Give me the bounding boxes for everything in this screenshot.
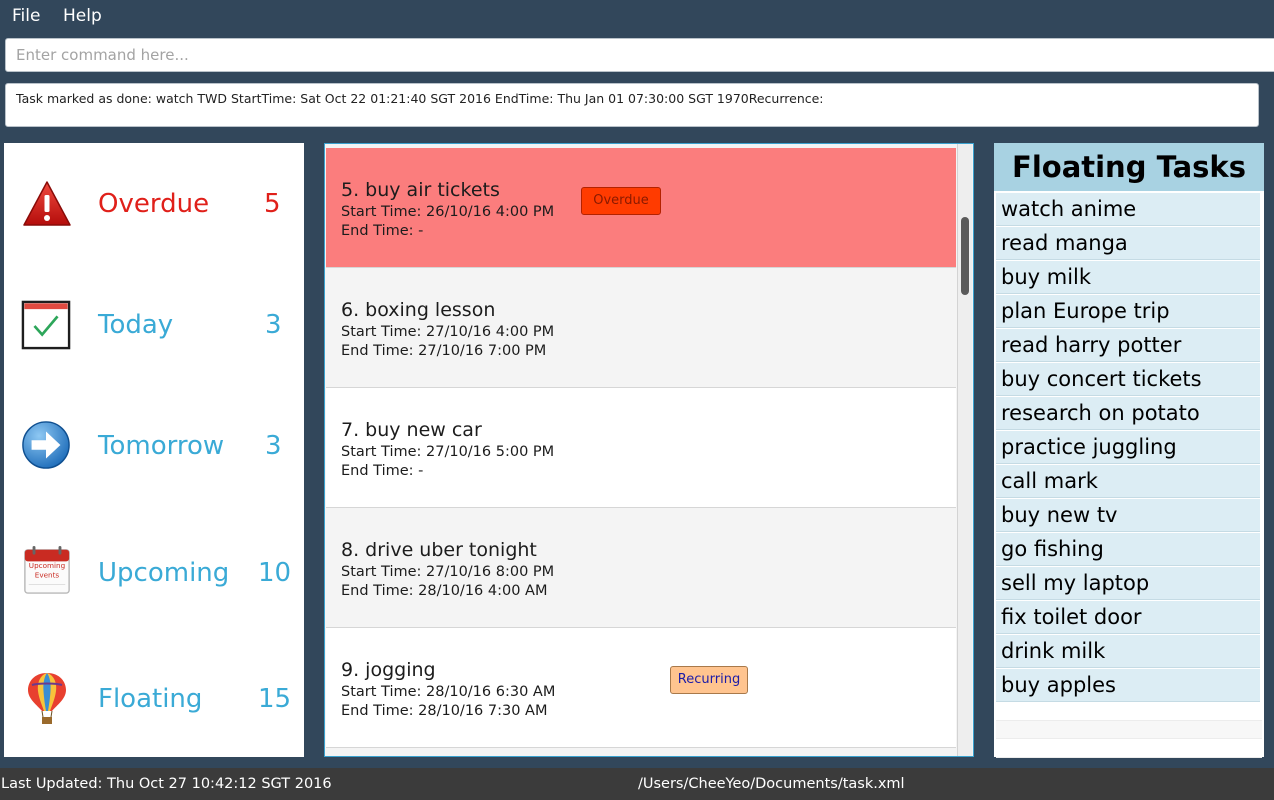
- overdue-badge: Overdue: [581, 187, 661, 215]
- result-text: Task marked as done: watch TWD StartTime…: [16, 91, 824, 106]
- task-list-scrollbar[interactable]: [957, 144, 972, 756]
- category-panel: Overdue 5 Today 3 Tomorrow 3 Upcoming Ev…: [4, 143, 304, 757]
- calendar-check-icon: [21, 300, 71, 350]
- floating-task-item[interactable]: plan Europe trip: [996, 295, 1260, 328]
- category-count-today: 3: [265, 310, 282, 340]
- arrow-right-icon: [22, 421, 70, 469]
- task-card[interactable]: 7. buy new car Start Time: 27/10/16 5:00…: [326, 388, 956, 508]
- recurring-badge: Recurring: [670, 666, 748, 694]
- category-label-tomorrow: Tomorrow: [98, 431, 225, 461]
- floating-task-item[interactable]: call mark: [996, 465, 1260, 498]
- task-title: 5. buy air tickets: [341, 179, 500, 201]
- category-count-floating: 15: [258, 684, 292, 714]
- task-card[interactable]: 5. buy air tickets Start Time: 26/10/16 …: [326, 148, 956, 268]
- task-card[interactable]: 8. drive uber tonight Start Time: 27/10/…: [326, 508, 956, 628]
- task-start-time: Start Time: 27/10/16 4:00 PM: [341, 324, 555, 340]
- floating-task-item[interactable]: watch anime: [996, 193, 1260, 226]
- category-label-floating: Floating: [98, 684, 203, 714]
- calendar-icon-text-1: Upcoming: [29, 561, 65, 570]
- floating-task-item[interactable]: research on potato: [996, 397, 1260, 430]
- upcoming-events-calendar-icon: Upcoming Events: [24, 545, 70, 594]
- category-today[interactable]: Today 3: [4, 276, 304, 376]
- last-updated-status: Last Updated: Thu Oct 27 10:42:12 SGT 20…: [1, 776, 332, 792]
- task-end-time: End Time: 28/10/16 4:00 AM: [341, 583, 548, 599]
- floating-task-item[interactable]: buy apples: [996, 669, 1260, 702]
- floating-task-item[interactable]: sell my laptop: [996, 567, 1260, 600]
- scrollbar-thumb[interactable]: [961, 217, 969, 295]
- task-card[interactable]: 9. jogging Start Time: 28/10/16 6:30 AM …: [326, 628, 956, 748]
- menu-bar: File Help: [0, 0, 1274, 34]
- task-title: 6. boxing lesson: [341, 299, 496, 321]
- floating-tasks-title: Floating Tasks: [994, 143, 1264, 191]
- floating-task-item[interactable]: go fishing: [996, 533, 1260, 566]
- task-end-time: End Time: -: [341, 223, 424, 239]
- floating-task-item[interactable]: read harry potter: [996, 329, 1260, 362]
- floating-task-item[interactable]: practice juggling: [996, 431, 1260, 464]
- category-upcoming[interactable]: Upcoming Events Upcoming 10: [4, 523, 304, 623]
- task-end-time: End Time: -: [341, 463, 424, 479]
- category-label-today: Today: [98, 310, 174, 340]
- floating-task-item[interactable]: drink milk: [996, 635, 1260, 668]
- category-count-overdue: 5: [264, 189, 281, 219]
- floating-empty-row: [996, 739, 1262, 758]
- menu-help[interactable]: Help: [63, 6, 102, 26]
- floating-empty-row: [996, 721, 1262, 739]
- task-start-time: Start Time: 28/10/16 6:30 AM: [341, 684, 556, 700]
- task-list[interactable]: 5. buy air tickets Start Time: 26/10/16 …: [324, 143, 974, 757]
- category-overdue[interactable]: Overdue 5: [4, 155, 304, 255]
- task-title: 7. buy new car: [341, 419, 482, 441]
- task-start-time: Start Time: 27/10/16 8:00 PM: [341, 564, 555, 580]
- status-bar: Last Updated: Thu Oct 27 10:42:12 SGT 20…: [0, 768, 1274, 800]
- calendar-icon-text-2: Events: [35, 571, 60, 580]
- file-path-status: /Users/CheeYeo/Documents/task.xml: [638, 776, 905, 792]
- floating-task-item[interactable]: buy new tv: [996, 499, 1260, 532]
- category-count-tomorrow: 3: [265, 431, 282, 461]
- task-title: 8. drive uber tonight: [341, 539, 537, 561]
- floating-task-item[interactable]: buy concert tickets: [996, 363, 1260, 396]
- floating-task-item[interactable]: buy milk: [996, 261, 1260, 294]
- category-label-overdue: Overdue: [98, 189, 210, 219]
- task-card[interactable]: 6. boxing lesson Start Time: 27/10/16 4:…: [326, 268, 956, 388]
- menu-file[interactable]: File: [12, 6, 40, 26]
- category-label-upcoming: Upcoming: [98, 558, 230, 588]
- warning-icon: [23, 181, 71, 226]
- task-end-time: End Time: 28/10/16 7:30 AM: [341, 703, 548, 719]
- floating-task-item[interactable]: fix toilet door: [996, 601, 1260, 634]
- category-tomorrow[interactable]: Tomorrow 3: [4, 397, 304, 497]
- floating-tasks-panel: Floating Tasks watch anime read manga bu…: [994, 143, 1264, 758]
- task-title: 9. jogging: [341, 659, 436, 681]
- task-card-partial: [326, 748, 956, 756]
- category-count-upcoming: 10: [258, 558, 292, 588]
- floating-task-item[interactable]: read manga: [996, 227, 1260, 260]
- result-display: Task marked as done: watch TWD StartTime…: [5, 83, 1259, 127]
- task-end-time: End Time: 27/10/16 7:00 PM: [341, 343, 547, 359]
- category-floating[interactable]: Floating 15: [4, 649, 304, 749]
- task-start-time: Start Time: 27/10/16 5:00 PM: [341, 444, 555, 460]
- hot-air-balloon-icon: [28, 673, 66, 724]
- command-input[interactable]: [5, 38, 1274, 72]
- task-start-time: Start Time: 26/10/16 4:00 PM: [341, 204, 555, 220]
- floating-empty-row: [996, 703, 1262, 721]
